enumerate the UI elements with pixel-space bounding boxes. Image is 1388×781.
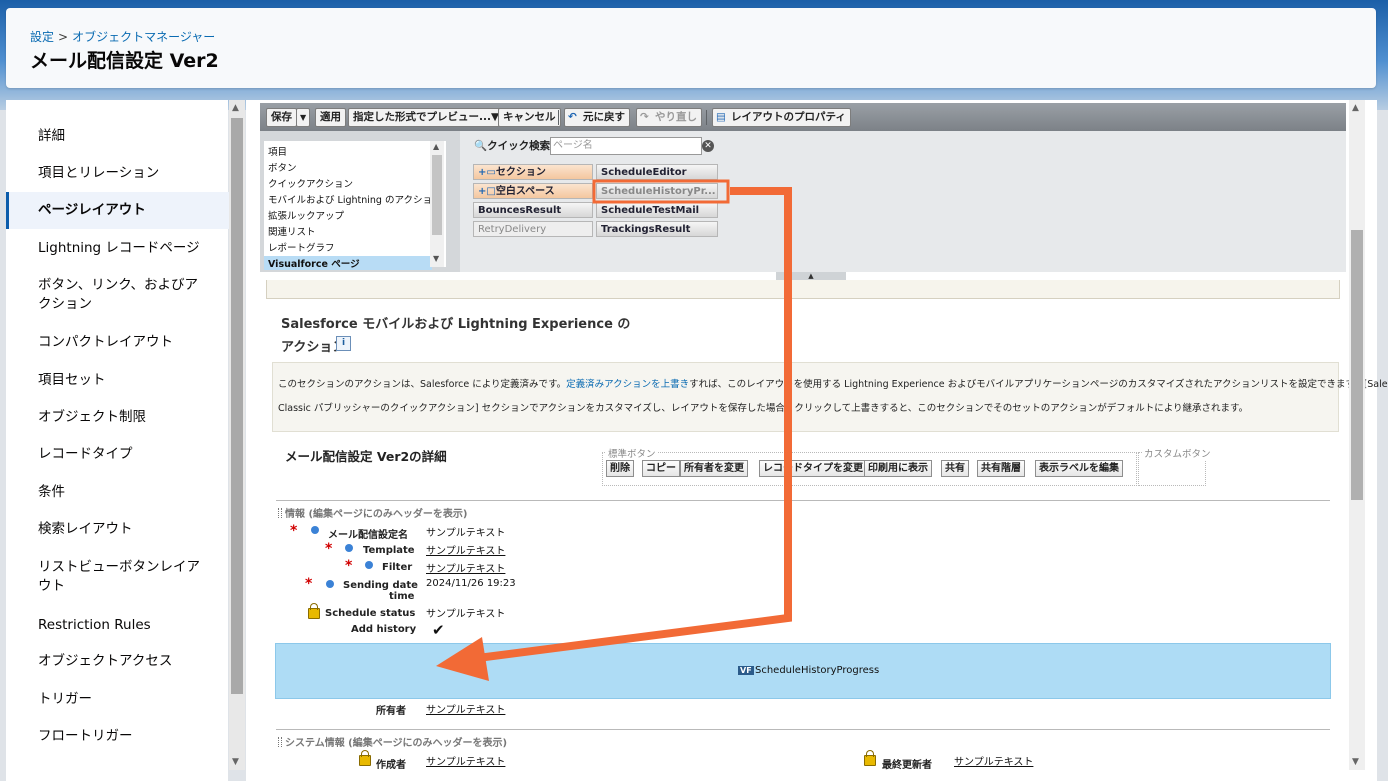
annotation-arrow-line bbox=[469, 187, 792, 663]
annotation-arrowhead bbox=[436, 637, 489, 681]
highlight-box bbox=[592, 179, 730, 204]
annotation-overlay bbox=[436, 179, 792, 681]
